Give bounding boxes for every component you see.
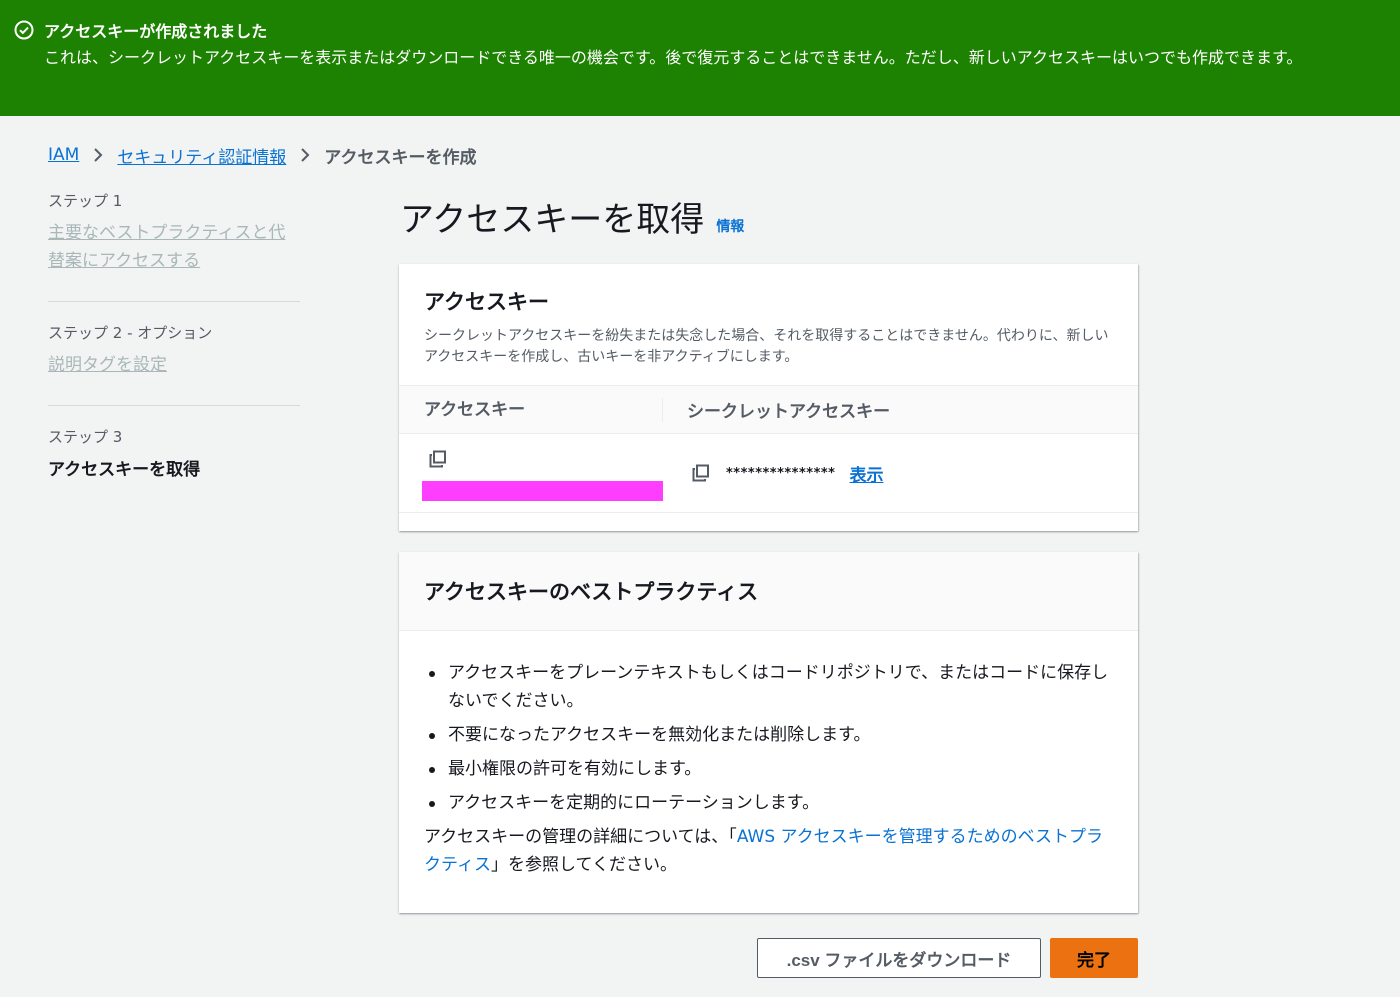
list-item: アクセスキーを定期的にローテーションします。: [424, 789, 1110, 817]
best-practices-list: アクセスキーをプレーンテキストもしくはコードリポジトリで、またはコードに保存しな…: [424, 659, 1110, 817]
access-key-cell: [399, 434, 663, 512]
breadcrumb-iam[interactable]: IAM: [48, 145, 79, 165]
list-item: 最小権限の許可を有効にします。: [424, 755, 1110, 783]
list-item: アクセスキーをプレーンテキストもしくはコードリポジトリで、またはコードに保存しな…: [424, 659, 1110, 715]
step-label: ステップ 2 - オプション: [48, 324, 213, 342]
show-secret-link[interactable]: 表示: [849, 461, 883, 486]
step-label: ステップ 1: [48, 192, 123, 210]
list-item: 不要になったアクセスキーを無効化または削除します。: [424, 721, 1110, 749]
divider: [48, 405, 300, 406]
best-practices-panel: アクセスキーのベストプラクティス アクセスキーをプレーンテキストもしくはコードリ…: [399, 552, 1138, 913]
download-csv-button[interactable]: .csv ファイルをダウンロード: [757, 938, 1041, 978]
success-flash-banner: アクセスキーが作成されました これは、シークレットアクセスキーを表示またはダウン…: [0, 0, 1400, 116]
access-key-panel: アクセスキー シークレットアクセスキーを紛失または失念した場合、それを取得するこ…: [399, 264, 1138, 531]
copy-icon[interactable]: [692, 464, 710, 482]
table-header: アクセスキー シークレットアクセスキー: [399, 385, 1138, 434]
column-header-access-key: アクセスキー: [399, 397, 663, 422]
secret-key-cell: *************** 表示: [663, 434, 883, 512]
note-prefix: アクセスキーの管理の詳細については、「: [424, 827, 737, 847]
masked-secret-key: ***************: [726, 465, 836, 481]
flash-message: これは、シークレットアクセスキーを表示またはダウンロードできる唯一の機会です。後…: [44, 48, 1303, 67]
chevron-right-icon: [301, 148, 310, 162]
flash-title: アクセスキーが作成されました: [44, 22, 268, 41]
redacted-access-key: [422, 481, 663, 501]
panel-description: シークレットアクセスキーを紛失または失念した場合、それを取得することはできません…: [424, 328, 1109, 365]
wizard-step-3: ステップ 3 アクセスキーを取得: [48, 426, 300, 494]
access-key-table: アクセスキー シークレットアクセスキー *************** 表示: [399, 385, 1138, 513]
panel-title: アクセスキー: [424, 290, 549, 314]
step-link-best-practices[interactable]: 主要なベストプラクティスと代替案にアクセスする: [48, 219, 300, 275]
divider: [48, 301, 300, 302]
breadcrumb: IAM セキュリティ認証情報 アクセスキーを作成: [48, 142, 476, 168]
best-practices-note: アクセスキーの管理の詳細については、「AWS アクセスキーを管理するためのベスト…: [424, 823, 1110, 879]
table-row: *************** 表示: [399, 434, 1138, 513]
wizard-step-2: ステップ 2 - オプション 説明タグを設定: [48, 322, 300, 393]
done-button[interactable]: 完了: [1050, 938, 1138, 978]
chevron-right-icon: [94, 148, 103, 162]
info-link[interactable]: 情報: [716, 216, 744, 236]
note-suffix: 」を参照してください。: [490, 855, 677, 875]
step-link-description-tag[interactable]: 説明タグを設定: [48, 351, 300, 379]
page-header: アクセスキーを取得 情報: [400, 192, 744, 241]
page-title: アクセスキーを取得: [400, 200, 705, 240]
step-label: ステップ 3: [48, 428, 123, 446]
column-header-secret-key: シークレットアクセスキー: [687, 402, 891, 422]
wizard-step-1: ステップ 1 主要なベストプラクティスと代替案にアクセスする: [48, 190, 300, 289]
breadcrumb-security-credentials[interactable]: セキュリティ認証情報: [117, 143, 286, 168]
panel-title: アクセスキーのベストプラクティス: [424, 580, 759, 604]
breadcrumb-current: アクセスキーを作成: [324, 147, 477, 168]
step-current-title: アクセスキーを取得: [48, 460, 201, 480]
wizard-steps: ステップ 1 主要なベストプラクティスと代替案にアクセスする ステップ 2 - …: [48, 190, 300, 494]
check-circle-icon: [14, 20, 34, 40]
copy-icon[interactable]: [429, 450, 447, 468]
